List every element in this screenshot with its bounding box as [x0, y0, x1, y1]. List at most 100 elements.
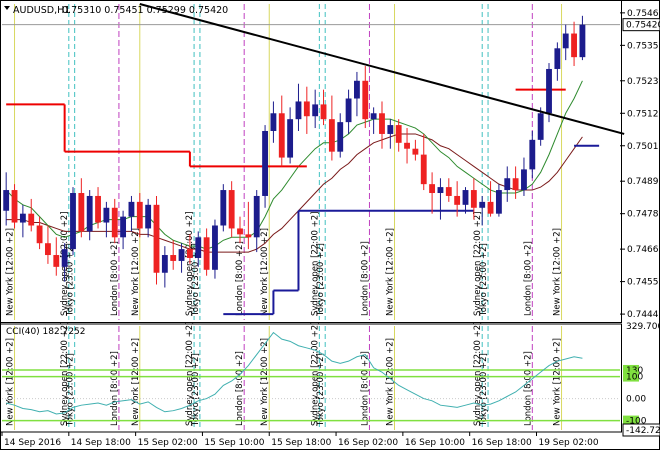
price-tick-label: 0.74780 [627, 210, 660, 220]
price-tick-label: 0.75010 [627, 142, 660, 152]
candle-body [120, 216, 127, 238]
candle-body [128, 201, 135, 217]
time-tick-label: 15 Sep 10:00 [204, 438, 264, 448]
session-label: Tokyo [23:00 +2] [479, 353, 489, 427]
candle-body [103, 207, 110, 223]
candle-body [245, 234, 252, 238]
candle-body [19, 213, 26, 223]
candle-body [571, 33, 577, 58]
candle-body [253, 195, 260, 238]
candle-body [328, 119, 335, 152]
price-tick-label: 0.75230 [627, 77, 660, 87]
candle-body [262, 130, 268, 196]
candle-body [203, 237, 210, 270]
session-label: New York [12:00 +2] [386, 228, 396, 316]
session-label: Tokyo [23:00 +2] [191, 353, 201, 427]
candle-body [562, 33, 569, 49]
candle-body [70, 193, 76, 250]
candle-body [170, 255, 177, 261]
candle-body [487, 201, 494, 214]
candle-body [161, 255, 168, 273]
session-label: London [8:00 +2] [523, 351, 533, 426]
session-label: New York [12:00 +2] [131, 228, 141, 316]
candle-body [404, 142, 410, 149]
candle-body [178, 249, 185, 261]
candle-body [220, 190, 227, 226]
candle-body [45, 243, 51, 256]
time-tick-label: 14 Sep 2016 [4, 438, 61, 448]
time-tick-label: 19 Sep 02:00 [538, 438, 598, 448]
price-tick-label: 0.74890 [627, 177, 660, 187]
cci-tick-label: 329.7003 [626, 322, 660, 332]
session-label: New York [12:00 +2] [6, 338, 16, 426]
candle-body [295, 101, 302, 120]
candle-body [287, 119, 294, 158]
cci-tick-label: 0.00 [626, 395, 646, 405]
candle-body [445, 187, 452, 196]
candle-body [579, 24, 586, 58]
cci-tick-label: -142.7242 [626, 426, 660, 436]
current-price-label: 0.75420 [626, 21, 660, 31]
candle-body [136, 201, 143, 229]
candle-body [320, 104, 327, 120]
candle-body [362, 80, 369, 120]
candle-body [278, 113, 285, 158]
session-label: New York [12:00 +2] [131, 338, 141, 426]
price-tick-label: 0.75460 [627, 9, 660, 19]
candle-body [337, 122, 344, 152]
session-label: London [8:00 +2] [523, 241, 533, 316]
candle-body [512, 178, 519, 191]
session-label: London [8:00 +2] [235, 351, 245, 426]
candle-body [454, 195, 461, 205]
candle-body [479, 201, 486, 208]
session-label: New York [12:00 +2] [260, 228, 270, 316]
time-tick-label: 15 Sep 02:00 [138, 438, 198, 448]
candle-body [228, 190, 235, 229]
mt4-chart-canvas[interactable]: New York [12:00 +2]New York [12:00 +2]Sy… [0, 0, 660, 450]
session-label: London [8:00 +2] [360, 241, 370, 316]
candle-body [379, 113, 385, 134]
session-label: New York [12:00 +2] [553, 338, 563, 426]
candle-body [370, 113, 377, 120]
candle-body [504, 178, 511, 191]
price-tick-label: 0.75120 [627, 109, 660, 119]
candle-body [354, 80, 360, 99]
candle-body [36, 225, 43, 244]
candle-body [387, 125, 394, 134]
cci-tick-label: 100 [626, 373, 643, 383]
time-tick-label: 16 Sep 02:00 [338, 438, 398, 448]
session-label: Tokyo [23:00 +2] [316, 353, 326, 427]
price-tick-label: 0.74440 [627, 310, 660, 320]
candle-body [395, 125, 402, 143]
candle-body [537, 113, 544, 140]
candle-body [470, 190, 477, 208]
candle-body [145, 204, 152, 229]
price-tick-label: 0.74660 [627, 245, 660, 255]
candle-body [312, 104, 319, 117]
time-tick-label: 14 Sep 18:00 [71, 438, 131, 448]
session-label: London [8:00 +2] [360, 351, 370, 426]
session-label: New York [12:00 +2] [6, 228, 16, 316]
candle-body [345, 98, 352, 123]
candle-body [529, 139, 536, 170]
candle-body [3, 190, 10, 211]
ohlc-readout: 0.75310 0.75451 0.75299 0.75420 [62, 5, 228, 16]
candle-body [437, 187, 444, 194]
price-tick-label: 0.74550 [627, 278, 660, 288]
candle-body [61, 249, 68, 267]
candle-body [195, 237, 202, 258]
candle-body [554, 48, 561, 69]
time-tick-label: 16 Sep 10:00 [405, 438, 465, 448]
session-label: New York [12:00 +2] [260, 338, 270, 426]
candle-body [78, 193, 85, 232]
candle-body [420, 154, 427, 185]
candle-body [153, 204, 160, 273]
candle-body [28, 213, 35, 226]
price-tick-label: 0.75350 [627, 41, 660, 51]
candle-body [111, 207, 118, 238]
candle-body [412, 148, 419, 155]
session-label: New York [12:00 +2] [553, 228, 563, 316]
candle-body [521, 169, 527, 191]
candle-body [53, 255, 60, 267]
candle-body [462, 190, 469, 205]
